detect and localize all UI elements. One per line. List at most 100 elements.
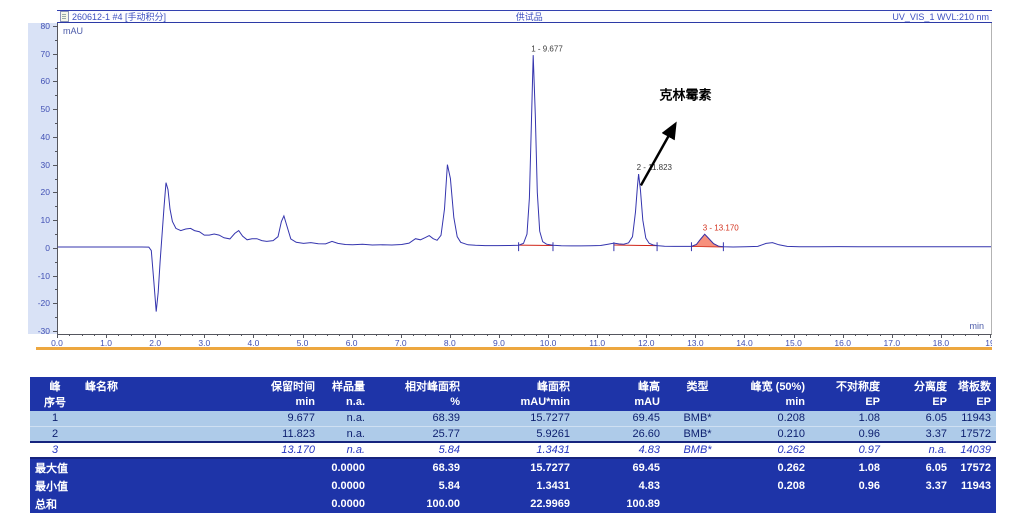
x-minor-tick [180,334,181,336]
column-header[interactable]: 峰面积 [465,377,575,394]
table-cell [80,426,230,442]
table-cell [730,495,810,513]
table-cell: 0.262 [730,442,810,458]
table-cell [80,495,230,513]
column-header[interactable]: 不对称度 [810,377,885,394]
table-cell: 68.39 [370,411,465,426]
table-cell: BMB* [665,442,730,458]
x-tick-label: 9.0 [484,338,514,348]
x-minor-tick [118,334,119,336]
column-header[interactable]: 峰名称 [80,377,230,394]
y-axis-strip[interactable]: -30-20-1001020304050607080 [28,23,57,334]
table-cell: n.a. [320,442,370,458]
column-header[interactable]: 分离度 [885,377,952,394]
summary-row[interactable]: 最小值0.00005.841.34314.830.2080.963.371194… [30,477,996,495]
column-header[interactable]: 样品量 [320,377,370,394]
x-minor-tick [94,334,95,336]
x-minor-tick [425,334,426,336]
table-cell: 最小值 [30,477,80,495]
table-cell: 6.05 [885,458,952,477]
table-cell: 4.83 [575,442,665,458]
table-cell: 5.9261 [465,426,575,442]
x-minor-tick [659,334,660,336]
x-minor-tick [278,334,279,336]
table-cell [230,477,320,495]
table-cell: 0.0000 [320,495,370,513]
x-minor-tick [131,334,132,336]
x-tick-label: 0.0 [42,338,72,348]
peak-row[interactable]: 19.677n.a.68.3915.727769.45BMB*0.2081.08… [30,411,996,426]
summary-row[interactable]: 最大值0.000068.3915.727769.450.2621.086.051… [30,458,996,477]
x-tick-label: 1.0 [91,338,121,348]
x-minor-tick [376,334,377,336]
table-cell: 13.170 [230,442,320,458]
table-cell [230,495,320,513]
column-header[interactable]: 保留时间 [230,377,320,394]
column-header[interactable]: 峰宽 (50%) [730,377,810,394]
table-cell: n.a. [320,426,370,442]
x-minor-tick [327,334,328,336]
table-cell: 1 [30,411,80,426]
table-cell: 1.08 [810,458,885,477]
x-minor-tick [880,334,881,336]
peak-row[interactable]: 211.823n.a.25.775.926126.60BMB*0.2100.96… [30,426,996,442]
x-minor-tick [192,334,193,336]
x-minor-tick [474,334,475,336]
x-minor-tick [573,334,574,336]
table-cell [80,477,230,495]
x-minor-tick [965,334,966,336]
x-axis-unit: min [969,321,984,331]
x-tick-mark [499,334,500,338]
column-unit: EP [885,394,952,411]
x-tick-label: 3.0 [189,338,219,348]
table-cell [885,495,952,513]
chromatogram-body: -30-20-1001020304050607080 mAU min 1 - 9… [28,23,992,334]
table-cell: 0.0000 [320,458,370,477]
x-minor-tick [266,334,267,336]
chromatogram-svg: 1 - 9.6772 - 11.8233 - 13.170克林霉素 [58,23,991,334]
table-cell [80,442,230,458]
table-cell: 15.7277 [465,458,575,477]
table-cell [665,458,730,477]
column-header[interactable]: 塔板数 [952,377,996,394]
column-header[interactable]: 类型 [665,377,730,394]
table-cell: 69.45 [575,411,665,426]
x-tick-mark [794,334,795,338]
column-header[interactable]: 相对峰面积 [370,377,465,394]
table-cell: BMB* [665,426,730,442]
x-tick-label: 5.0 [288,338,318,348]
peak-row[interactable]: 313.170n.a.5.841.34314.83BMB*0.2620.97n.… [30,442,996,458]
x-tick-label: 14.0 [729,338,759,348]
sample-name-label: 供试品 [516,10,543,23]
peak-label: 1 - 9.677 [531,44,563,53]
x-axis-strip[interactable]: 0.01.02.03.04.05.06.07.08.09.010.011.012… [28,334,992,350]
column-unit: EP [952,394,996,411]
column-unit: min [730,394,810,411]
column-unit: 序号 [30,394,80,411]
chromatogram-header: 260612-1 #4 [手动积分] 供试品 UV_VIS_1 WVL:210 … [57,10,992,23]
table-cell: 26.60 [575,426,665,442]
plot-area[interactable]: mAU min 1 - 9.6772 - 11.8233 - 13.170克林霉… [57,23,992,335]
x-minor-tick [315,334,316,336]
column-unit: min [230,394,320,411]
x-minor-tick [683,334,684,336]
summary-row[interactable]: 总和0.0000100.0022.9969100.89 [30,495,996,513]
table-cell: 1.08 [810,411,885,426]
y-tick-label: -20 [38,298,50,308]
x-minor-tick [830,334,831,336]
table-cell: 6.05 [885,411,952,426]
y-tick-label: -10 [38,271,50,281]
x-minor-tick [167,334,168,336]
column-unit: EP [810,394,885,411]
table-cell: 0.0000 [320,477,370,495]
column-header[interactable]: 峰 [30,377,80,394]
table-cell: 3.37 [885,426,952,442]
x-minor-tick [364,334,365,336]
column-header[interactable]: 峰高 [575,377,665,394]
x-minor-tick [671,334,672,336]
table-cell: 22.9969 [465,495,575,513]
table-cell: 0.262 [730,458,810,477]
column-unit: mAU*min [465,394,575,411]
x-tick-label: 11.0 [582,338,612,348]
x-tick-label: 10.0 [533,338,563,348]
